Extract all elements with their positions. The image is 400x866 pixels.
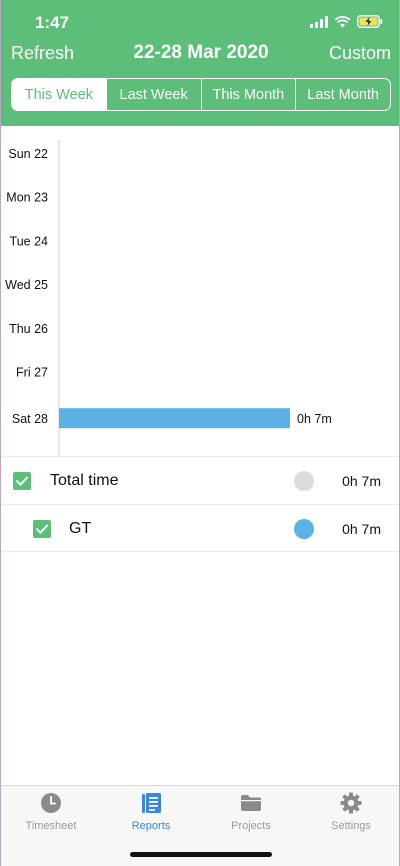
header: 1:47 Refresh 22-28 Mar 2020 Custom This … xyxy=(1,0,399,126)
legend-color-dot xyxy=(294,471,314,491)
segment-this-week[interactable]: This Week xyxy=(12,79,106,110)
daily-time-chart: Sun 22 Mon 23 Tue 24 Wed 25 Thu 26 Fri 27 Sat … xyxy=(1,126,399,456)
reports-icon xyxy=(140,792,162,814)
legend-label: GT xyxy=(69,520,92,537)
status-icons xyxy=(310,15,383,28)
refresh-button[interactable]: Refresh xyxy=(11,43,74,64)
legend-label: Total time xyxy=(50,472,119,489)
status-bar: 1:47 xyxy=(1,0,399,44)
day-label: Wed 25 xyxy=(5,278,48,292)
custom-range-button[interactable]: Custom xyxy=(329,43,391,64)
status-time: 1:47 xyxy=(35,13,70,32)
legend-value: 0h 7m xyxy=(342,473,381,489)
legend-row-total[interactable]: Total time 0h 7m xyxy=(1,456,399,504)
wifi-icon xyxy=(334,15,351,28)
legend-row-project[interactable]: GT 0h 7m xyxy=(1,504,399,552)
bar-value-label: 0h 7m xyxy=(297,412,332,426)
tab-label: Settings xyxy=(331,820,371,832)
home-indicator xyxy=(130,852,272,857)
legend-value: 0h 7m xyxy=(342,521,381,537)
clock-icon xyxy=(40,792,62,814)
project-gt-checkbox[interactable] xyxy=(33,520,51,538)
day-label: Sat 28 xyxy=(12,412,48,426)
day-label: Tue 24 xyxy=(10,234,49,248)
signal-icon xyxy=(310,15,328,28)
legend-list: Total time 0h 7m GT 0h 7m xyxy=(1,456,399,552)
segment-last-week[interactable]: Last Week xyxy=(105,79,201,110)
tab-label: Reports xyxy=(131,820,171,832)
checkmark-icon xyxy=(16,476,28,486)
day-label: Mon 23 xyxy=(6,191,48,205)
app-frame: 1:47 Refresh 22-28 Mar 2020 Custom This … xyxy=(0,0,400,866)
total-time-checkbox[interactable] xyxy=(13,472,31,490)
gear-icon xyxy=(340,792,362,814)
checkmark-icon xyxy=(36,524,48,534)
day-label: Fri 27 xyxy=(16,366,48,380)
time-bar[interactable] xyxy=(59,408,290,429)
nav-row: Refresh 22-28 Mar 2020 Custom xyxy=(1,40,399,68)
day-label: Thu 26 xyxy=(9,322,48,336)
tab-settings[interactable]: Settings xyxy=(301,786,399,866)
period-segmented-control: This Week Last Week This Month Last Mont… xyxy=(11,78,391,111)
legend-color-dot xyxy=(294,519,314,539)
folder-icon xyxy=(240,792,262,814)
tab-timesheet[interactable]: Timesheet xyxy=(1,786,101,866)
tab-label: Projects xyxy=(231,820,271,832)
day-label: Sun 22 xyxy=(8,147,48,161)
segment-last-month[interactable]: Last Month xyxy=(295,79,390,110)
segment-this-month[interactable]: This Month xyxy=(200,79,296,110)
tab-label: Timesheet xyxy=(25,820,77,832)
battery-charging-icon xyxy=(357,15,383,28)
chart-svg: Sun 22 Mon 23 Tue 24 Wed 25 Thu 26 Fri 27 Sat … xyxy=(5,140,332,456)
